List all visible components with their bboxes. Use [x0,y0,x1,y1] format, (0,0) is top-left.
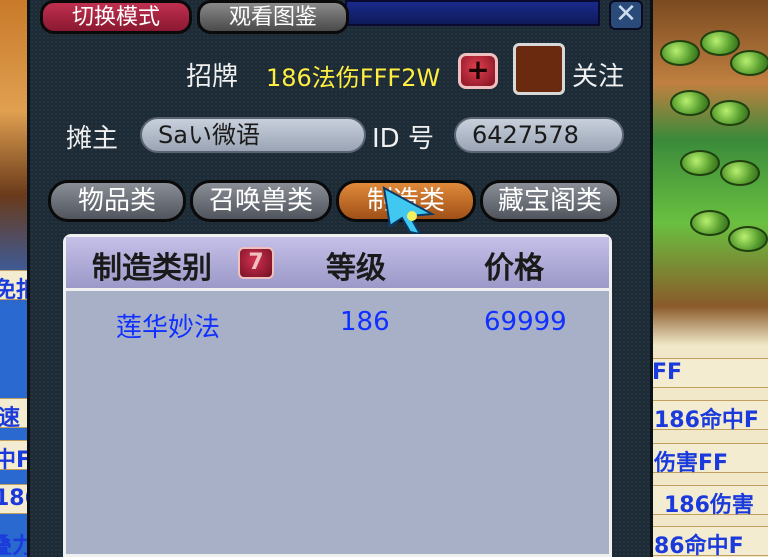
follow-checkbox[interactable] [513,43,565,95]
cell-price[interactable]: 69999 [484,307,567,337]
owner-label: 摊主 [66,124,119,154]
owner-field: Saい微语 [140,117,366,153]
roof-tile [720,160,760,186]
cell-category[interactable]: 莲华妙法 [116,307,220,344]
scenery-text: FF [652,360,683,385]
tab-treasure[interactable]: 藏宝阁类 [480,180,620,222]
sign-value: 186法伤FFF2W [266,64,441,92]
column-header-price[interactable]: 价格 [484,243,544,287]
scenery-text: 86命中F [654,534,744,557]
close-icon[interactable]: ✕ [609,0,643,30]
roof-tile [690,210,730,236]
id-field: 6427578 [454,117,624,153]
cell-level[interactable]: 186 [340,307,390,337]
add-button[interactable]: + [458,53,498,89]
tab-items[interactable]: 物品类 [48,180,186,222]
table-header: 制造类别 7 等级 价格 [66,237,609,291]
sign-label: 招牌 [186,62,239,92]
follow-label: 关注 [572,62,625,92]
switch-mode-button[interactable]: 切换模式 [40,0,192,34]
roof-tile [728,226,768,252]
roof-tile [680,150,720,176]
column-header-level[interactable]: 等级 [326,243,386,287]
id-label: ID 号 [372,124,434,154]
roof-tile [710,100,750,126]
scenery-text: 速 [0,406,21,431]
scenery-text: 186伤害 [664,493,754,518]
roof-tile [660,40,700,66]
roof-tile [700,30,740,56]
title-bar [345,0,600,26]
column-header-category[interactable]: 制造类别 [92,243,212,287]
scenery-text: 伤害FF [654,451,729,476]
sort-icon[interactable]: 7 [238,247,274,279]
goods-table: 制造类别 7 等级 价格 莲华妙法 186 69999 [63,234,612,557]
tab-summons[interactable]: 召唤兽类 [190,180,332,222]
scenery-text: 186命中F [654,408,759,433]
view-atlas-button[interactable]: 观看图鉴 [197,0,349,34]
cursor-icon [382,186,436,236]
roof-tile [730,50,768,76]
roof-tile [670,90,710,116]
